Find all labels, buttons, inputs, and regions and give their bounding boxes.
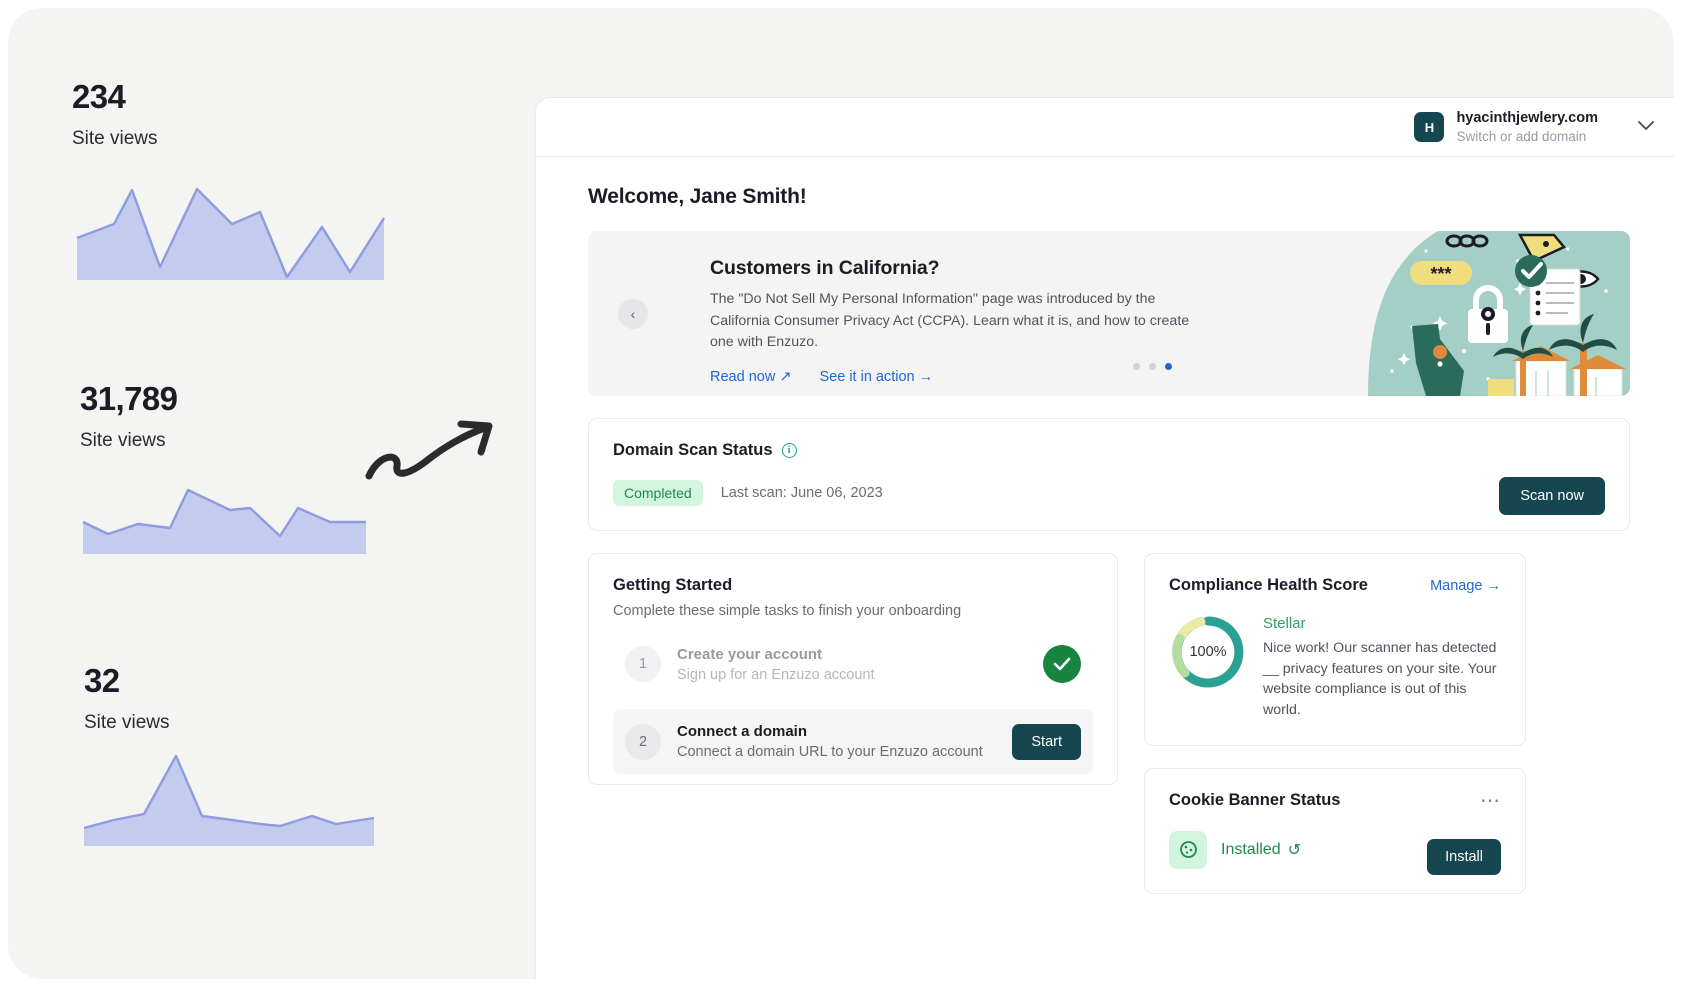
task-item-2[interactable]: 2 Connect a domain Connect a domain URL …: [613, 709, 1093, 774]
promo-description: The "Do Not Sell My Personal Information…: [710, 291, 1190, 351]
getting-started-title: Getting Started: [613, 576, 733, 594]
task-description: Sign up for an Enzuzo account: [677, 666, 875, 683]
area-chart-svg: [76, 187, 386, 280]
cookie-banner-status-card: Cookie Banner Status ⋯ Installed ↺ Insta…: [1144, 767, 1526, 894]
read-now-link[interactable]: Read now ↗: [710, 369, 791, 385]
promo-body: Customers in California? The "Do Not Sel…: [588, 231, 1368, 396]
stat-value: 31,789: [80, 380, 178, 417]
dashboard-columns: Getting Started Complete these simple ta…: [588, 553, 1630, 894]
start-button[interactable]: Start: [1012, 723, 1081, 760]
domain-switcher[interactable]: H hyacinthjewlery.com Switch or add doma…: [1414, 109, 1654, 146]
area-chart-svg: [82, 488, 366, 554]
california-illustration: ***: [1368, 231, 1630, 396]
status-badge: Completed: [613, 480, 703, 506]
app-content: Welcome, Jane Smith! ‹ Customers in Cali…: [536, 157, 1674, 979]
manage-link[interactable]: Manage →: [1430, 578, 1501, 594]
promo-banner: ‹ Customers in California? The "Do Not S…: [588, 231, 1630, 396]
promo-links: Read now ↗ See it in action →: [710, 369, 1368, 385]
task-item-1[interactable]: 1 Create your account Sign up for an Enz…: [613, 631, 1093, 697]
refresh-icon[interactable]: ↺: [1288, 840, 1301, 860]
sparkline-chart-3: [84, 746, 384, 846]
task-text: Connect a domain Connect a domain URL to…: [677, 723, 996, 760]
scan-header: Domain Scan Status i: [613, 441, 1605, 460]
carousel-dots: [1133, 363, 1172, 370]
stat-label: Site views: [72, 128, 158, 149]
task-number: 1: [625, 646, 661, 682]
see-it-in-action-link[interactable]: See it in action →: [819, 369, 933, 385]
task-name: Create your account: [677, 645, 823, 663]
stat-label: Site views: [84, 712, 170, 733]
compliance-text: Stellar Nice work! Our scanner has detec…: [1263, 613, 1501, 721]
carousel-dot[interactable]: [1149, 363, 1156, 370]
avatar: H: [1414, 112, 1445, 142]
task-description: Connect a domain URL to your Enzuzo acco…: [677, 744, 983, 760]
cookie-header: Cookie Banner Status ⋯: [1169, 791, 1501, 811]
compliance-rating: Stellar: [1263, 615, 1306, 632]
scan-status-row: Completed Last scan: June 06, 2023: [613, 480, 1605, 506]
stat-card-3: 32 Site views: [84, 664, 384, 846]
area-chart-svg: [84, 754, 375, 846]
screenshot-root: 234 Site views 31,789 Site views 32 Site: [0, 0, 1682, 987]
app-window: H hyacinthjewlery.com Switch or add doma…: [536, 98, 1674, 979]
chart-area-fill: [83, 490, 366, 554]
scan-title: Domain Scan Status: [613, 441, 773, 459]
stat-card-1: 234 Site views: [72, 80, 392, 282]
cookie-icon: [1169, 830, 1207, 869]
last-scan-text: Last scan: June 06, 2023: [720, 485, 883, 501]
cookie-status-label: Installed: [1221, 840, 1281, 858]
chart-area-fill: [84, 756, 374, 846]
chevron-down-icon[interactable]: [1638, 118, 1654, 136]
carousel-dot[interactable]: [1133, 363, 1140, 370]
getting-started-column: Getting Started Complete these simple ta…: [588, 553, 1118, 785]
score-percent: 100%: [1189, 644, 1227, 660]
domain-scan-status-card: Domain Scan Status i Completed Last scan…: [588, 418, 1630, 531]
task-text: Create your account Sign up for an Enzuz…: [677, 646, 1027, 683]
task-number: 2: [625, 723, 661, 760]
page-title: Welcome, Jane Smith!: [588, 185, 807, 208]
domain-name: hyacinthjewlery.com: [1456, 109, 1598, 126]
chart-area-fill: [77, 189, 384, 280]
getting-started-subtitle: Complete these simple tasks to finish yo…: [613, 603, 962, 619]
carousel-dot-active[interactable]: [1165, 363, 1172, 370]
stat-value: 234: [72, 78, 126, 115]
side-column: Compliance Health Score Manage → 100% St…: [1144, 553, 1526, 894]
domain-info: hyacinthjewlery.com Switch or add domain: [1456, 109, 1598, 146]
promo-title: Customers in California?: [710, 257, 940, 279]
sparkline-chart-2: [80, 464, 380, 556]
cookie-status-text: Installed ↺: [1221, 840, 1301, 860]
task-name: Connect a domain: [677, 723, 808, 740]
score-donut-chart: 100%: [1169, 613, 1247, 691]
stat-value: 32: [84, 662, 120, 699]
info-icon[interactable]: i: [781, 443, 797, 458]
app-topbar: H hyacinthjewlery.com Switch or add doma…: [536, 98, 1674, 157]
ellipsis-icon[interactable]: ⋯: [1480, 791, 1501, 811]
page-canvas: 234 Site views 31,789 Site views 32 Site: [8, 8, 1674, 979]
scan-now-button[interactable]: Scan now: [1499, 477, 1605, 515]
stat-card-2: 31,789 Site views: [80, 382, 380, 556]
cookie-title: Cookie Banner Status: [1169, 791, 1341, 810]
sparkline-chart-1: [72, 162, 392, 282]
compliance-health-score-card: Compliance Health Score Manage → 100% St…: [1144, 553, 1526, 746]
chart-line: [84, 754, 375, 830]
hand-drawn-arrow-icon: [363, 418, 503, 503]
compliance-body: 100% Stellar Nice work! Our scanner has …: [1169, 613, 1501, 721]
svg-text:***: ***: [1430, 264, 1451, 284]
stat-label: Site views: [80, 430, 166, 451]
install-button[interactable]: Install: [1427, 838, 1501, 875]
domain-subtitle: Switch or add domain: [1456, 128, 1587, 144]
compliance-title: Compliance Health Score: [1169, 576, 1368, 594]
compliance-description: Nice work! Our scanner has detected __ p…: [1263, 640, 1497, 719]
getting-started-card: Getting Started Complete these simple ta…: [588, 553, 1118, 785]
check-icon: [1043, 645, 1081, 683]
compliance-header: Compliance Health Score Manage →: [1169, 576, 1501, 595]
